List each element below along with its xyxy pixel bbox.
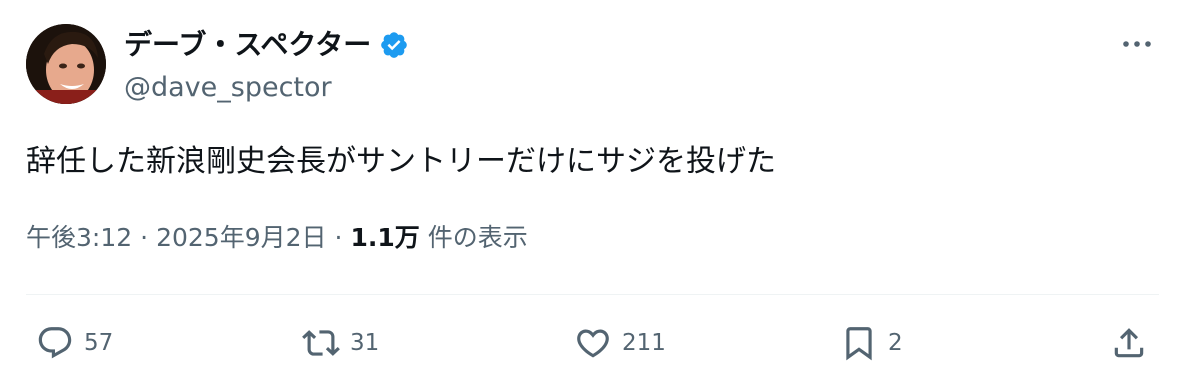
author-name-row: デーブ・スペクター [124, 26, 409, 64]
verified-badge-icon[interactable] [379, 30, 409, 60]
views-count[interactable]: 1.1万 [350, 220, 419, 256]
views-label[interactable]: 件の表示 [428, 220, 528, 256]
like-count: 211 [622, 330, 666, 356]
avatar[interactable] [26, 24, 106, 104]
meta-separator: · [140, 223, 149, 252]
tweet-text: 辞任した新浪剛史会長がサントリーだけにサジを投げた [26, 144, 776, 179]
retweet-button[interactable]: 31 [302, 318, 379, 368]
tweet-date[interactable]: 2025年9月2日 [156, 220, 326, 256]
more-icon[interactable] [1119, 30, 1155, 58]
meta-separator: · [334, 223, 343, 252]
author-handle[interactable]: @dave_spector [124, 70, 332, 106]
author-display-name[interactable]: デーブ・スペクター [124, 26, 371, 64]
like-button[interactable]: 211 [574, 318, 666, 368]
reply-button[interactable]: 57 [36, 318, 113, 368]
divider [26, 294, 1159, 295]
share-button[interactable] [1110, 318, 1148, 368]
retweet-icon [302, 330, 340, 356]
tweet-meta: 午後3:12 · 2025年9月2日 · 1.1万 件の表示 [26, 220, 528, 256]
bookmark-count: 2 [888, 330, 903, 356]
share-icon [1114, 328, 1144, 358]
reply-icon [38, 327, 72, 359]
bookmark-button[interactable]: 2 [840, 318, 903, 368]
like-icon [577, 329, 609, 358]
retweet-count: 31 [350, 330, 380, 356]
action-bar: 57 31 211 2 [0, 318, 1177, 368]
tweet-time[interactable]: 午後3:12 [26, 220, 132, 256]
bookmark-icon [846, 327, 872, 361]
reply-count: 57 [84, 330, 114, 356]
